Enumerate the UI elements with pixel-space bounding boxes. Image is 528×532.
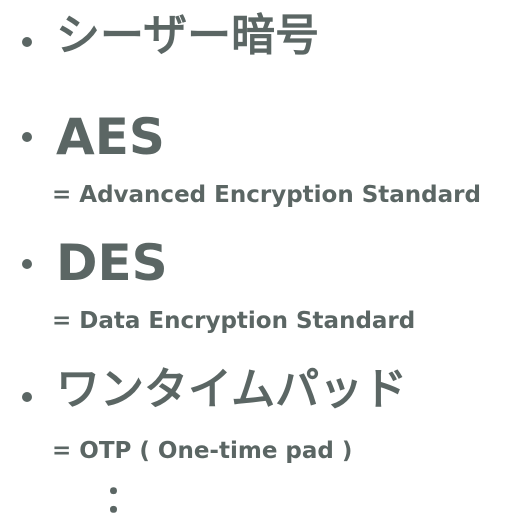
bullet-icon xyxy=(22,259,32,269)
bullet-icon xyxy=(22,132,32,142)
bullet-icon xyxy=(22,392,32,402)
item-title-one-time-pad: ワンタイムパッド xyxy=(56,364,408,415)
item-subtitle-aes: = Advanced Encryption Standard xyxy=(52,182,481,208)
item-title-aes: AES xyxy=(56,108,165,166)
item-subtitle-otp: = OTP ( One-time pad ) xyxy=(52,438,353,464)
item-title-des: DES xyxy=(56,234,168,292)
item-subtitle-des: = Data Encryption Standard xyxy=(52,308,416,334)
continuation-mark: ： xyxy=(104,477,143,521)
item-title-caesar: シーザー暗号 xyxy=(56,10,320,61)
bullet-icon xyxy=(22,37,32,47)
